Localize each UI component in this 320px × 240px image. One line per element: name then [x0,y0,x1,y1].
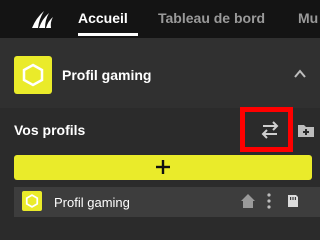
add-profile-button[interactable] [14,155,312,180]
hexagon-profile-icon [22,191,42,211]
device-memory-icon[interactable] [287,194,299,208]
plus-icon [156,160,170,174]
import-icon[interactable] [297,122,315,138]
profiles-section-title: Vos profils [14,122,86,138]
home-icon[interactable] [240,193,256,209]
active-tab-indicator [78,33,138,36]
hexagon-profile-icon [14,56,52,94]
profile-list-item-name: Profil gaming [54,195,130,210]
tab-partial[interactable]: Mu [298,9,318,27]
tab-dashboard[interactable]: Tableau de bord [158,9,265,27]
more-vertical-icon[interactable] [265,192,273,210]
tab-home[interactable]: Accueil [78,9,128,27]
highlight-annotation-box [240,107,293,152]
corsair-sails-logo-icon[interactable] [30,8,54,30]
chevron-up-icon[interactable] [293,67,307,81]
current-profile-name: Profil gaming [62,67,152,83]
